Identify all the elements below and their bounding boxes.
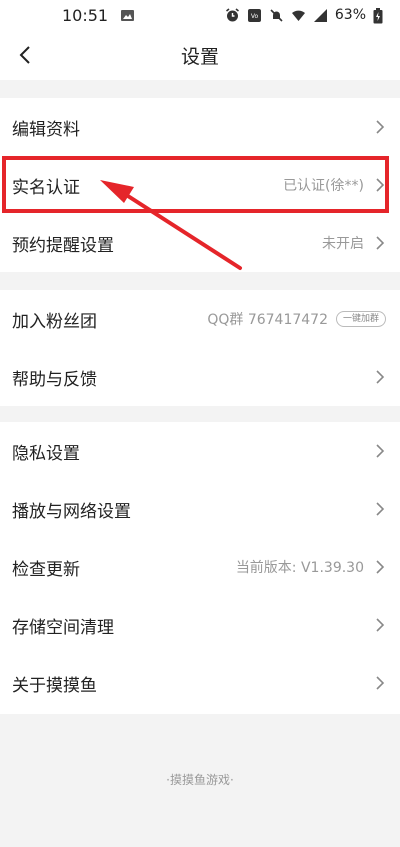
- reminder-status: 未开启: [322, 236, 364, 252]
- chevron-left-icon: [19, 46, 30, 64]
- svg-text:Vo: Vo: [251, 13, 259, 20]
- footer-brand: ·摸摸鱼游戏·: [166, 773, 234, 787]
- status-time: 10:51: [62, 5, 109, 25]
- join-group-button[interactable]: 一键加群: [335, 311, 386, 327]
- storage-cleanup-row[interactable]: 存储空间清理: [0, 596, 400, 654]
- row-label: 编辑资料: [12, 119, 80, 140]
- signal-icon: [313, 8, 328, 23]
- current-version: 当前版本: V1.39.30: [235, 560, 364, 576]
- chevron-right-icon: [376, 676, 385, 690]
- privacy-settings-row[interactable]: 隐私设置: [0, 422, 400, 480]
- playback-network-row[interactable]: 播放与网络设置: [0, 480, 400, 538]
- settings-section-system: 隐私设置 播放与网络设置 检查更新 当前版本: V1.39.30 存储空间清理 …: [0, 422, 400, 714]
- chevron-right-icon: [376, 236, 385, 250]
- about-app-row[interactable]: 关于摸摸鱼: [0, 654, 400, 712]
- navigation-bar: 设置: [0, 30, 400, 80]
- qq-group-number: QQ群 767417472: [207, 312, 328, 328]
- join-fan-club-row[interactable]: 加入粉丝团 QQ群 767417472 一键加群: [0, 290, 400, 348]
- row-label: 加入粉丝团: [12, 311, 97, 332]
- chevron-right-icon: [376, 120, 385, 134]
- wifi-icon: [291, 8, 306, 23]
- page-title: 设置: [180, 45, 219, 68]
- edit-profile-row[interactable]: 编辑资料: [0, 98, 400, 156]
- row-label: 播放与网络设置: [12, 501, 131, 522]
- battery-percent: 63%: [334, 7, 366, 23]
- chevron-right-icon: [376, 618, 385, 632]
- alarm-icon: [225, 7, 240, 23]
- settings-section-community: 加入粉丝团 QQ群 767417472 一键加群 帮助与反馈: [0, 290, 400, 406]
- verification-status: 已认证(徐**): [283, 178, 364, 194]
- row-label: 关于摸摸鱼: [12, 675, 97, 696]
- row-label: 帮助与反馈: [12, 369, 97, 390]
- check-update-row[interactable]: 检查更新 当前版本: V1.39.30: [0, 538, 400, 596]
- help-feedback-row[interactable]: 帮助与反馈: [0, 348, 400, 406]
- chevron-right-icon: [376, 444, 385, 458]
- chevron-right-icon: [376, 178, 385, 192]
- row-label: 检查更新: [12, 559, 80, 580]
- row-label: 预约提醒设置: [12, 235, 114, 256]
- chevron-right-icon: [376, 560, 385, 574]
- mute-notification-icon: [269, 8, 284, 23]
- row-label: 实名认证: [12, 177, 80, 198]
- back-button[interactable]: [14, 42, 36, 68]
- status-bar: 10:51 Vo 63%: [0, 0, 400, 30]
- row-label: 隐私设置: [12, 443, 80, 464]
- qq-group-info: QQ群 767417472 一键加群: [207, 309, 386, 329]
- settings-section-account: 编辑资料 实名认证 已认证(徐**) 预约提醒设置 未开启: [0, 98, 400, 272]
- reminder-settings-row[interactable]: 预约提醒设置 未开启: [0, 214, 400, 272]
- volte-icon: Vo: [247, 8, 262, 23]
- battery-charging-icon: [373, 7, 388, 23]
- real-name-verification-row[interactable]: 实名认证 已认证(徐**): [0, 156, 400, 214]
- chevron-right-icon: [376, 370, 385, 384]
- chevron-right-icon: [376, 502, 385, 516]
- row-label: 存储空间清理: [12, 617, 114, 638]
- image-notification-icon: [120, 8, 135, 23]
